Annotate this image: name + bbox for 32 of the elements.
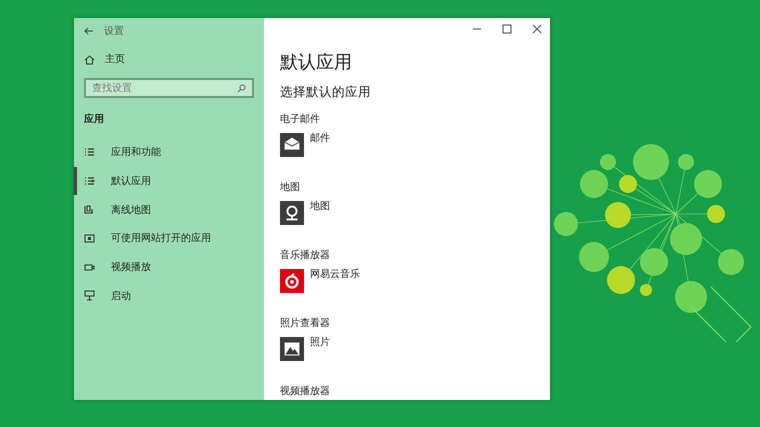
video-icon	[84, 262, 95, 273]
page-subtitle: 选择默认的应用	[280, 84, 372, 101]
map-icon	[84, 204, 95, 216]
startup-icon	[84, 290, 95, 302]
section-heading: 应用	[83, 112, 105, 126]
mail-app-icon	[280, 133, 304, 157]
category-label: 视频播放器	[280, 384, 331, 398]
nav-item[interactable]: 离线地图	[74, 195, 264, 224]
list-icon	[84, 146, 95, 158]
page-title: 默认应用	[280, 51, 353, 74]
nav-item[interactable]: 视频播放	[74, 252, 264, 282]
web-icon	[84, 232, 95, 244]
nav-item[interactable]: 启动	[74, 281, 264, 310]
category-label: 照片查看器	[280, 316, 331, 330]
back-arrow-icon[interactable]	[84, 26, 94, 36]
app-chooser[interactable]: 照片	[280, 335, 330, 373]
maps-app-icon	[280, 201, 304, 225]
photos-app-icon	[280, 337, 304, 361]
home-icon	[84, 54, 95, 64]
home-link[interactable]: 主页	[74, 52, 264, 66]
app-chooser[interactable]: 邮件	[280, 131, 330, 169]
category-label: 地图	[280, 180, 301, 194]
search-icon	[237, 84, 246, 92]
app-chooser[interactable]: 地图	[280, 199, 330, 237]
nav-item[interactable]: 可使用网站打开的应用	[74, 224, 264, 253]
category-label: 音乐播放器	[280, 248, 331, 262]
nav-item[interactable]: 应用和功能	[74, 138, 264, 167]
list-arrow-icon	[84, 176, 95, 187]
music-app-icon	[280, 269, 304, 293]
app-chooser[interactable]: 网易云音乐	[280, 267, 360, 305]
window-title: 设置	[104, 24, 124, 38]
category-label: 电子邮件	[280, 112, 321, 126]
